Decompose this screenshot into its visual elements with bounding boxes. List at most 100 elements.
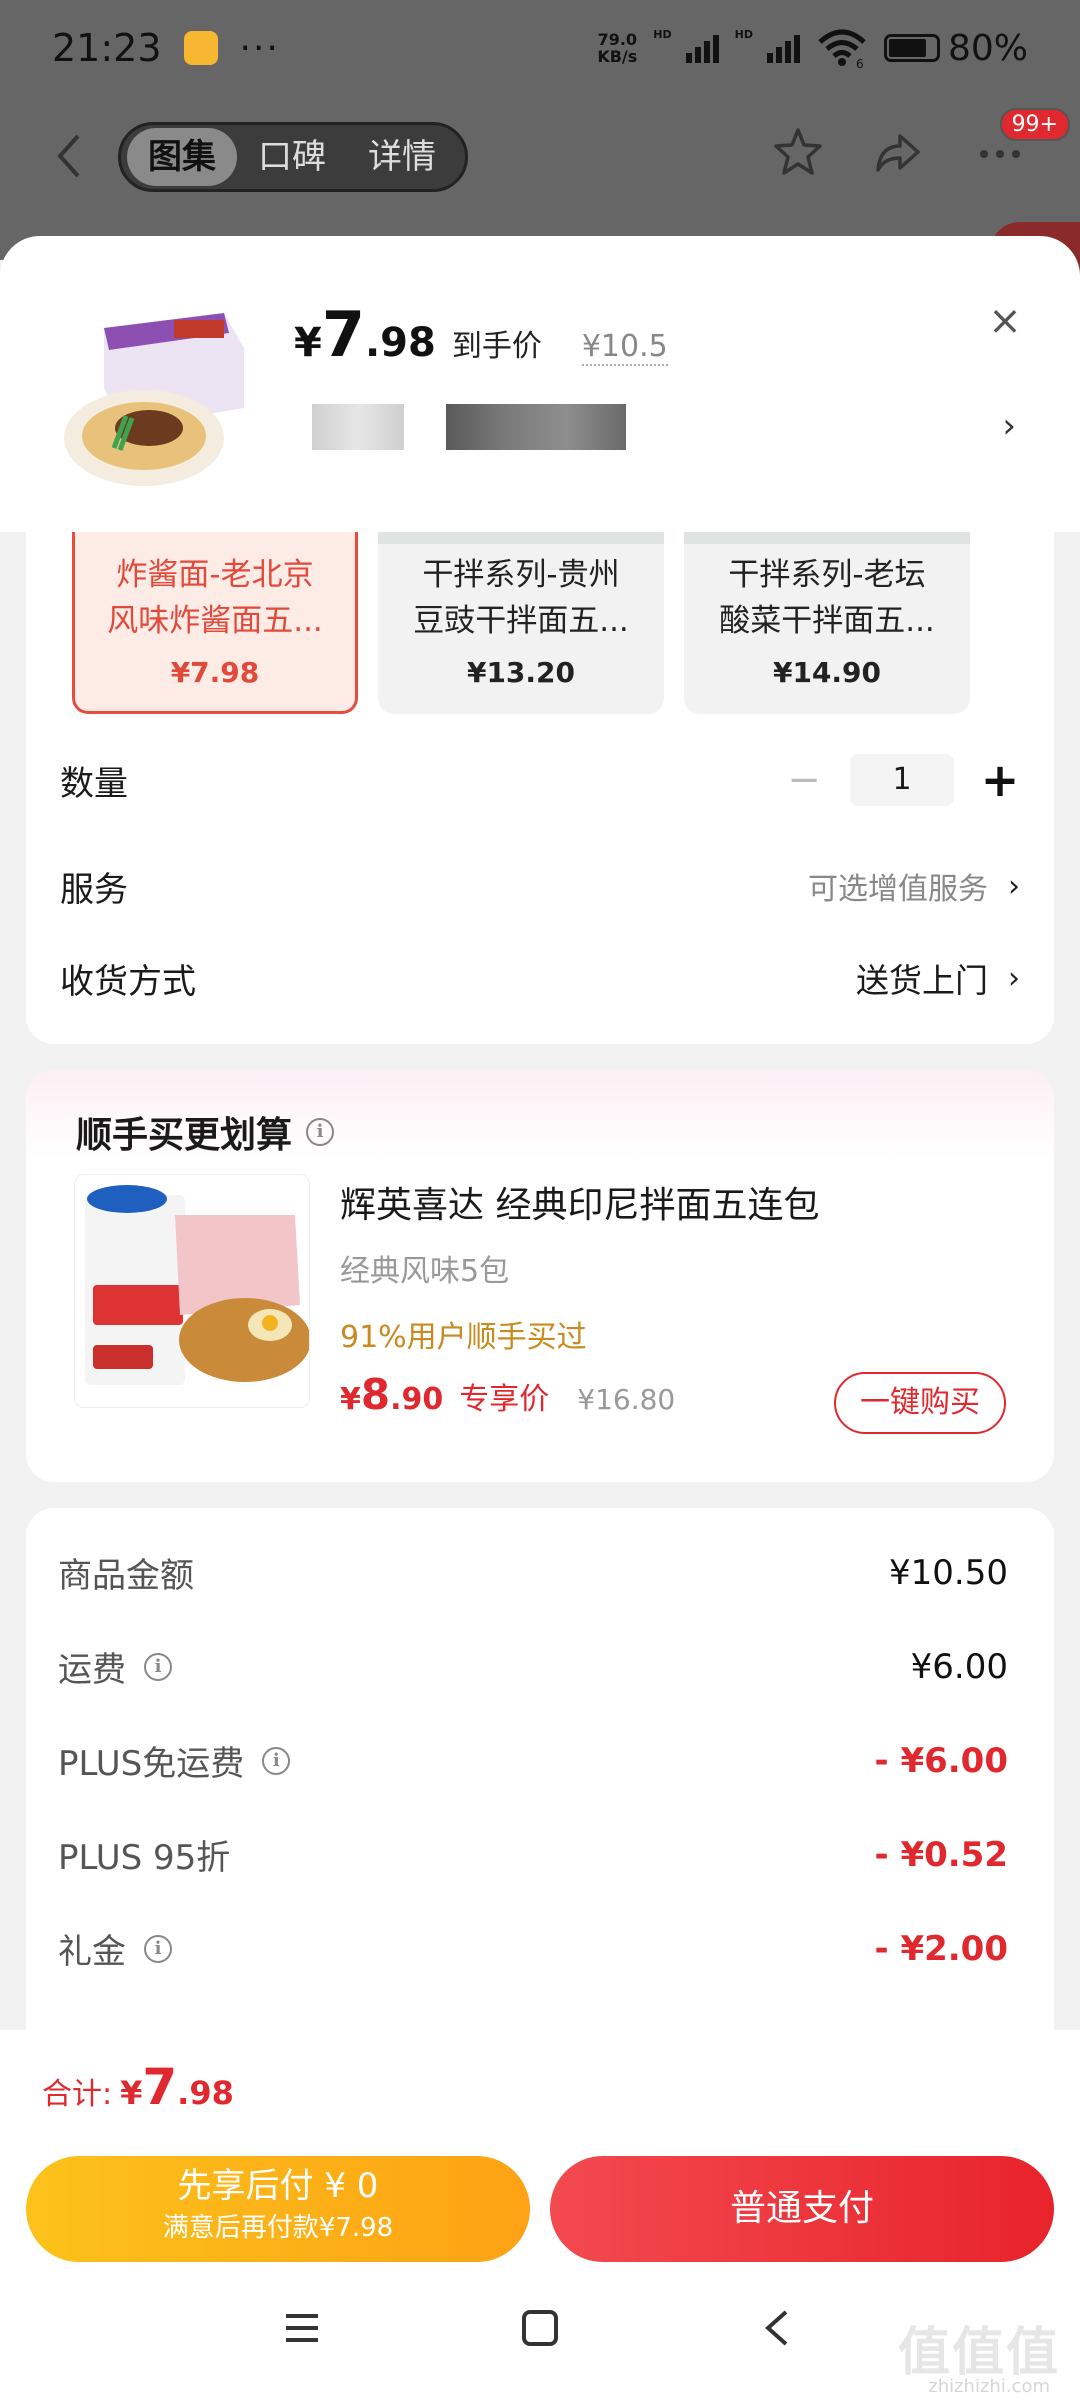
one-click-buy-button[interactable]: 一键购买 [834,1372,1006,1434]
tab-details[interactable]: 详情 [347,128,457,186]
quantity-row: 数量 − 1 + [60,750,1020,810]
summary-row: 运费 i ¥6.00 [58,1642,1008,1691]
variant-price: ¥7.98 [170,656,260,689]
variant-price: ¥13.20 [466,656,576,689]
tab-gallery[interactable]: 图集 [127,128,237,186]
summary-label: PLUS 95折 [58,1838,231,1878]
quantity-minus-button[interactable]: − [784,757,824,803]
obscured-text-2 [446,404,626,450]
summary-label: 礼金 [58,1932,126,1972]
quantity-plus-button[interactable]: + [980,753,1020,807]
summary-row: PLUS免运费 i - ¥6.00 [58,1736,1008,1785]
status-time: 21:23 [52,26,162,70]
upsell-product-image[interactable] [74,1174,310,1408]
upsell-social-proof: 91%用户顺手买过 [340,1320,587,1355]
tab-reviews[interactable]: 口碑 [237,128,347,186]
total-symbol: ¥ [120,2074,143,2112]
total-decimal: .98 [177,2074,234,2112]
chevron-right-icon[interactable]: › [1002,406,1016,446]
variant-option-3[interactable]: 干拌系列-老坛 酸菜干拌面五... ¥14.90 [684,532,970,714]
info-icon[interactable]: i [144,1934,172,1963]
price-symbol: ¥ [294,320,322,366]
upsell-price-symbol: ¥ [340,1382,361,1417]
menu-icon[interactable] [280,2306,324,2350]
total-label: 合计: [42,2077,113,2112]
service-row[interactable]: 服务 可选增值服务 › [60,856,1020,916]
more-menu[interactable]: 99+ [970,108,1070,180]
pay-later-title: 先享后付 ¥ 0 [177,2166,379,2206]
obscured-text-1 [312,404,404,450]
upsell-title-text: 顺手买更划算 [76,1115,293,1156]
quantity-stepper: − 1 + [784,753,1020,807]
summary-label: PLUS免运费 [58,1744,245,1784]
info-icon[interactable]: i [262,1746,291,1775]
upsell-original-price: ¥16.80 [577,1383,676,1416]
upsell-price-tag: 专享价 [459,1382,550,1417]
hd-indicator-1: HD [653,27,672,41]
product-image [54,288,264,498]
upsell-image [75,1175,309,1407]
back-icon[interactable] [756,2306,800,2350]
wifi-number: 6 [856,57,864,68]
back-arrow-icon[interactable] [48,126,88,186]
home-icon[interactable] [518,2306,562,2350]
variant-name-line1: 干拌系列-老坛 [728,557,926,593]
upsell-price: ¥8.90 [340,1370,443,1419]
info-icon[interactable]: i [144,1652,172,1681]
watermark: 值值值 [897,2323,1060,2383]
quantity-input[interactable]: 1 [850,754,954,806]
close-button[interactable]: × [980,296,1030,346]
star-icon[interactable] [770,124,826,180]
summary-label: 运费 [58,1650,126,1690]
signal-icon-2 [766,33,800,63]
chevron-right-icon: › [1008,868,1020,904]
more-notifications-icon: ··· [239,27,280,69]
pay-later-button[interactable]: 先享后付 ¥ 0 满意后再付款¥7.98 [26,2156,530,2262]
order-total: 合计: ¥7.98 [42,2058,234,2116]
watermark-url: zhizhizhi.com [928,2376,1050,2397]
variant-name-line2: 豆豉干拌面五... [413,603,629,639]
info-icon[interactable]: i [306,1118,335,1146]
product-header: ¥7.98 到手价 ¥10.5 × › [0,236,1080,532]
pay-later-subtitle: 满意后再付款¥7.98 [162,2213,394,2243]
variant-option-2[interactable]: 干拌系列-贵州 豆豉干拌面五... ¥13.20 [378,532,664,714]
normal-pay-button[interactable]: 普通支付 [550,2156,1054,2262]
battery-percent: 80% [947,27,1028,69]
delivery-row[interactable]: 收货方式 送货上门 › [60,948,1020,1008]
upsell-price-integer: 8 [360,1370,391,1419]
delivery-value: 送货上门 › [856,954,1020,1002]
upsell-product-spec: 经典风味5包 [340,1254,510,1289]
product-price: ¥7.98 [294,298,436,371]
network-speed: 79.0 KB/s [597,31,637,65]
upsell-card: 顺手买更划算 i 辉英喜达 经典印尼拌面五连包 经典风味5包 91%用户顺手买过… [26,1070,1054,1482]
service-value: 可选增值服务 › [808,864,1020,908]
variant-list: 炸酱面-老北京 风味炸酱面五... ¥7.98 干拌系列-贵州 豆豉干拌面五..… [46,532,1046,722]
price-tag: 到手价 [451,329,542,364]
signal-icon-1 [685,33,719,63]
wifi-icon: 6 [818,29,866,68]
quantity-label: 数量 [60,763,128,804]
network-speed-value: 79.0 [597,30,638,49]
variant-name-line1: 炸酱面-老北京 [116,557,314,593]
summary-value: ¥10.50 [889,1552,1008,1593]
summary-value: - ¥0.52 [874,1834,1009,1875]
network-speed-unit: KB/s [597,47,638,66]
status-bar: 21:23 ··· 79.0 KB/s HD HD 6 80% [0,0,1080,96]
upsell-price-decimal: .90 [390,1382,444,1417]
summary-value: ¥6.00 [910,1646,1008,1687]
summary-row: 商品金额 ¥10.50 [58,1548,1008,1597]
delivery-label: 收货方式 [60,961,196,1002]
delivery-value-text: 送货上门 [856,961,988,1000]
chevron-right-icon: › [1008,960,1020,996]
view-tabs: 图集 口碑 详情 [118,122,468,192]
top-navigation: 图集 口碑 详情 99+ [0,108,1080,204]
share-icon[interactable] [870,124,926,180]
upsell-title: 顺手买更划算 i [76,1106,335,1158]
price-integer: 7 [321,298,365,371]
notification-badge: 99+ [999,108,1070,141]
hd-indicator-2: HD [734,27,753,41]
total-amount: ¥7.98 [120,2058,234,2116]
variant-name-line2: 酸菜干拌面五... [719,603,935,639]
variant-option-1[interactable]: 炸酱面-老北京 风味炸酱面五... ¥7.98 [72,532,358,714]
upsell-product-name[interactable]: 辉英喜达 经典印尼拌面五连包 [340,1176,819,1228]
